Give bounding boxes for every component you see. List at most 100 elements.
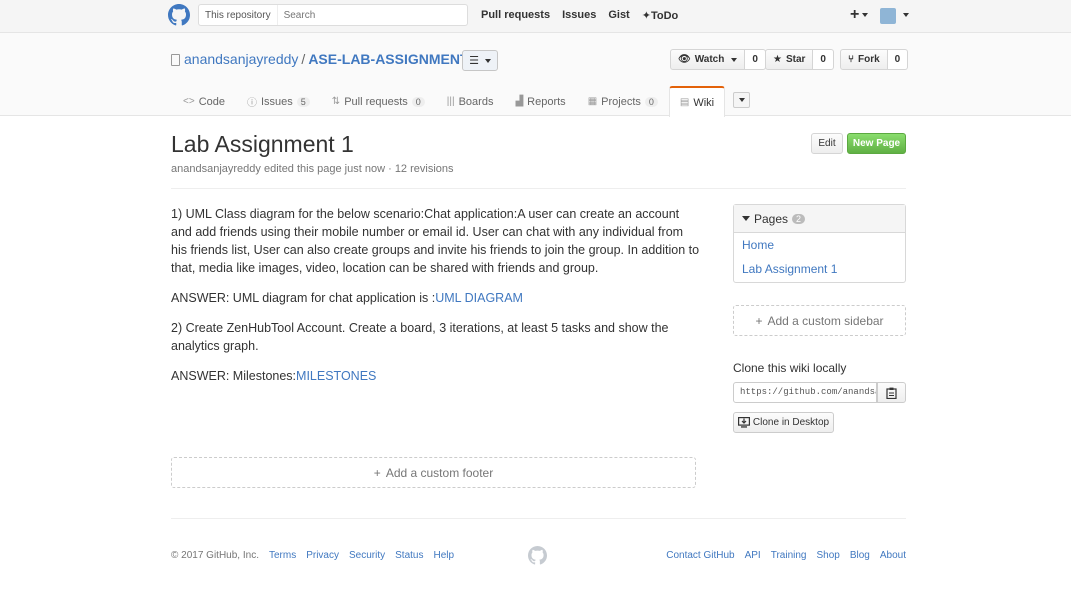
nav-pull-requests[interactable]: Pull requests (481, 9, 550, 22)
question-1: 1) UML Class diagram for the below scena… (171, 207, 700, 275)
github-mark-icon[interactable] (528, 546, 547, 565)
nav-issues[interactable]: Issues (562, 9, 596, 22)
tab-boards[interactable]: ||| Boards (436, 86, 505, 116)
search-bar[interactable]: This repository (198, 4, 468, 26)
plus-icon: + (373, 465, 381, 480)
footer-left: © 2017 GitHub, Inc. Terms Privacy Securi… (171, 550, 454, 561)
footer-divider (171, 518, 906, 519)
create-new-menu[interactable]: + (850, 6, 869, 24)
footer-link-training[interactable]: Training (771, 550, 807, 561)
boards-icon: ||| (446, 96, 455, 107)
top-nav: Pull requests Issues Gist ✦ToDo (481, 9, 678, 22)
question-2: 2) Create ZenHubTool Account. Create a b… (171, 321, 669, 353)
nav-gist[interactable]: Gist (608, 9, 629, 22)
eye-icon: 👁 (678, 54, 691, 65)
footer-link-terms[interactable]: Terms (269, 550, 296, 561)
repo-icon (171, 54, 180, 66)
search-scope-label: This repository (199, 5, 278, 25)
fork-icon: ⑂ (848, 54, 854, 65)
star-group: ★ Star 0 (765, 49, 834, 70)
uml-diagram-link[interactable]: UML DIAGRAM (435, 291, 523, 305)
footer-link-blog[interactable]: Blog (850, 550, 870, 561)
wiki-body: 1) UML Class diagram for the below scena… (171, 205, 701, 397)
chevron-down-icon (484, 58, 491, 63)
add-custom-sidebar[interactable]: + Add a custom sidebar (733, 305, 906, 336)
footer-link-api[interactable]: API (745, 550, 761, 561)
star-button[interactable]: ★ Star (765, 49, 814, 70)
issues-counter: 5 (296, 96, 310, 107)
pages-count: 2 (792, 213, 806, 224)
repo-owner-link[interactable]: anandsanjayreddy (184, 51, 298, 67)
plus-icon: + (850, 6, 860, 23)
watch-button[interactable]: 👁 Watch (670, 49, 746, 70)
footer-link-about[interactable]: About (880, 550, 906, 561)
book-icon: ▤ (679, 97, 690, 108)
tab-code[interactable]: <> Code (172, 86, 236, 116)
edit-button[interactable]: Edit (811, 133, 843, 154)
projects-icon: ▦ (587, 96, 598, 107)
footer-link-help[interactable]: Help (433, 550, 454, 561)
answer-1: ANSWER: UML diagram for chat application… (171, 291, 523, 305)
footer-right: Contact GitHub API Training Shop Blog Ab… (666, 550, 906, 561)
repo-header: anandsanjayreddy / ASE-LAB-ASSIGNMENTS ☰ 👁… (0, 33, 1071, 117)
page-link-lab-assignment-1[interactable]: Lab Assignment 1 (734, 257, 905, 281)
add-custom-footer[interactable]: + Add a custom footer (171, 457, 696, 488)
pages-toggle[interactable]: Pages 2 (734, 205, 905, 233)
repo-path-separator: / (301, 51, 306, 67)
plus-icon: + (755, 313, 763, 328)
chevron-down-icon (742, 216, 750, 221)
issue-icon: ⓘ (246, 98, 257, 109)
tab-pull-requests[interactable]: ⇅ Pull requests 0 (321, 86, 436, 116)
repo-nav-more-button[interactable] (733, 92, 750, 108)
pull-request-icon: ⇅ (331, 96, 341, 107)
zenhub-menu-button[interactable]: ☰ (462, 50, 498, 71)
copyright: © 2017 GitHub, Inc. (171, 550, 259, 561)
clone-wiki-label: Clone this wiki locally (733, 361, 847, 375)
tab-projects[interactable]: ▦ Projects 0 (577, 86, 669, 116)
page-title: Lab Assignment 1 (171, 131, 354, 157)
repo-name-link[interactable]: ASE-LAB-ASSIGNMENTS (308, 51, 478, 67)
repo-title: anandsanjayreddy / ASE-LAB-ASSIGNMENTS (184, 51, 478, 67)
page-meta: anandsanjayreddy edited this page just n… (171, 163, 454, 175)
footer-link-status[interactable]: Status (395, 550, 423, 561)
projects-counter: 0 (644, 96, 658, 107)
watch-group: 👁 Watch 0 (670, 49, 766, 70)
new-page-button[interactable]: New Page (847, 133, 906, 154)
milestones-link[interactable]: MILESTONES (296, 369, 376, 383)
chevron-down-icon[interactable] (903, 13, 909, 17)
repo-nav: <> Code ⓘ Issues 5 ⇅ Pull requests 0 ||| Board… (172, 86, 726, 117)
clipboard-icon (886, 387, 897, 399)
star-icon: ★ (773, 54, 782, 65)
search-input[interactable] (277, 9, 458, 21)
site-header: This repository Pull requests Issues Gis… (0, 0, 1071, 33)
reports-icon: ▟ (515, 96, 524, 107)
tab-issues[interactable]: ⓘ Issues 5 (236, 86, 321, 116)
avatar[interactable] (880, 8, 896, 24)
fork-count[interactable]: 0 (887, 49, 909, 70)
desktop-download-icon (737, 417, 750, 428)
pages-panel: Pages 2 Home Lab Assignment 1 (733, 204, 906, 283)
list-icon: ☰ (469, 55, 479, 67)
pull-requests-counter: 0 (411, 96, 425, 107)
chevron-down-icon (738, 98, 745, 102)
page-link-home[interactable]: Home (734, 233, 905, 257)
fork-button[interactable]: ⑂ Fork (840, 49, 888, 70)
clone-url-field[interactable]: https://github.com/anandsanjayreddy/ASE-… (733, 382, 877, 403)
footer-link-privacy[interactable]: Privacy (306, 550, 339, 561)
footer-link-contact[interactable]: Contact GitHub (666, 550, 734, 561)
clone-in-desktop-button[interactable]: Clone in Desktop (733, 412, 834, 433)
watch-count[interactable]: 0 (745, 49, 766, 70)
nav-todo[interactable]: ✦ToDo (642, 9, 679, 22)
footer-link-shop[interactable]: Shop (816, 550, 839, 561)
star-count[interactable]: 0 (813, 49, 834, 70)
fork-group: ⑂ Fork 0 (840, 49, 909, 70)
copy-clipboard-button[interactable] (877, 382, 906, 403)
todo-pin-icon: ✦ (641, 10, 651, 22)
answer-2: ANSWER: Milestones:MILESTONES (171, 369, 377, 383)
tab-reports[interactable]: ▟ Reports (504, 86, 576, 116)
chevron-down-icon (731, 57, 738, 62)
github-logo-icon[interactable] (168, 4, 190, 26)
tab-wiki[interactable]: ▤ Wiki (668, 86, 726, 117)
footer-link-security[interactable]: Security (349, 550, 385, 561)
chevron-down-icon (862, 12, 869, 17)
